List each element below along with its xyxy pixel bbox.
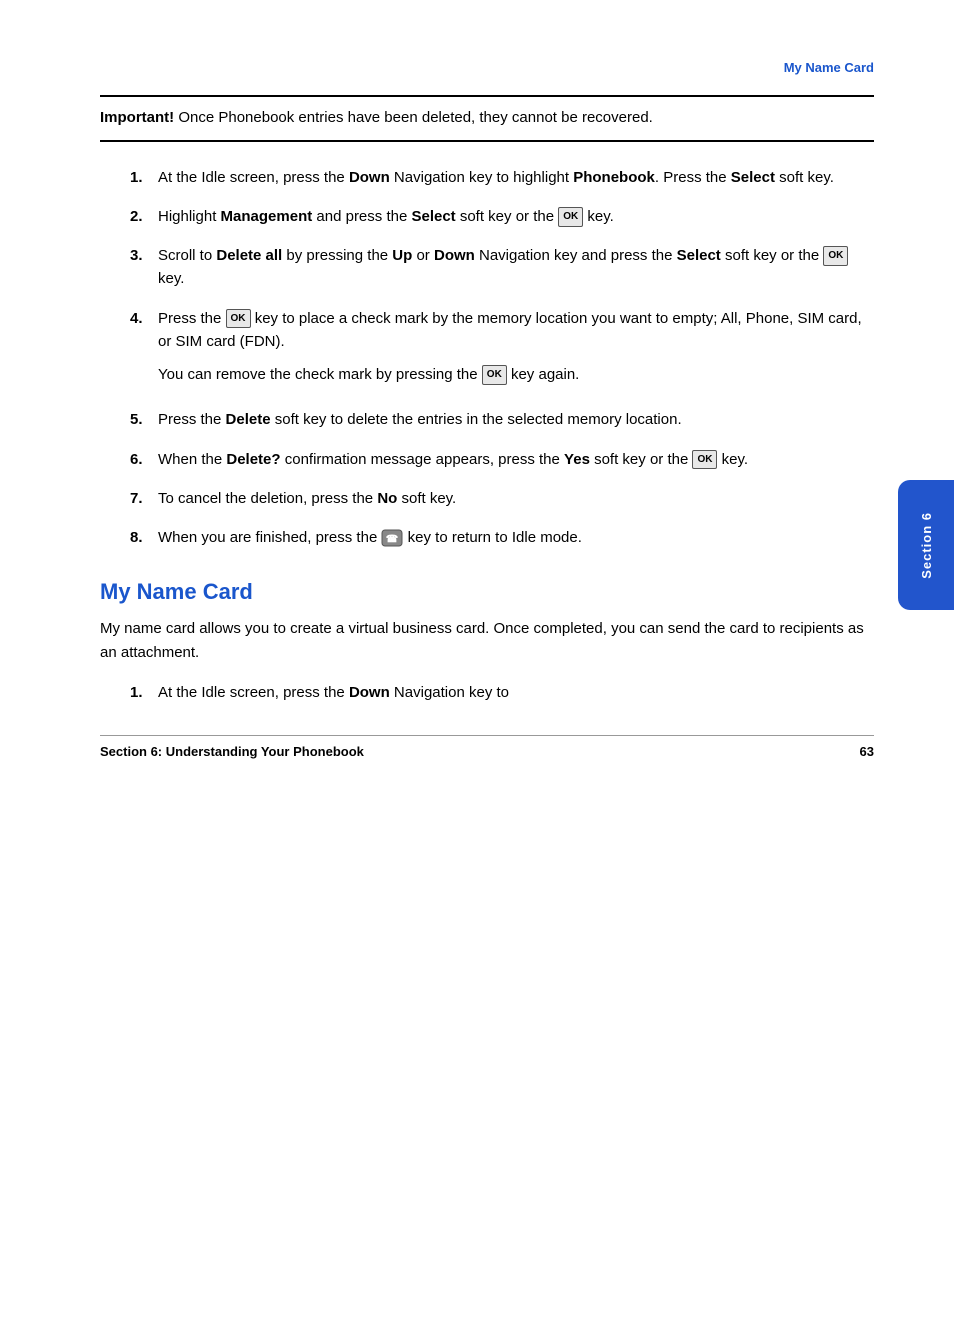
- my-name-card-intro: My name card allows you to create a virt…: [100, 617, 874, 665]
- step-7: 7. To cancel the deletion, press the No …: [130, 487, 874, 510]
- step-4-content: Press the OK key to place a check mark b…: [158, 307, 874, 393]
- step-3: 3. Scroll to Delete all by pressing the …: [130, 244, 874, 291]
- header-title: My Name Card: [784, 60, 874, 75]
- step-7-number: 7.: [130, 487, 158, 510]
- step-5: 5. Press the Delete soft key to delete t…: [130, 408, 874, 431]
- my-name-card-step-1: 1. At the Idle screen, press the Down Na…: [130, 681, 874, 704]
- step-5-content: Press the Delete soft key to delete the …: [158, 408, 874, 431]
- step-3-content: Scroll to Delete all by pressing the Up …: [158, 244, 874, 291]
- page-header: My Name Card: [100, 60, 874, 75]
- step-4-subparagraph: You can remove the check mark by pressin…: [158, 363, 874, 386]
- footer-page: 63: [860, 744, 874, 759]
- step-8: 8. When you are finished, press the ☎ ke…: [130, 526, 874, 549]
- step-3-number: 3.: [130, 244, 158, 291]
- section-tab-text: Section 6: [919, 512, 934, 579]
- svg-text:☎: ☎: [386, 534, 398, 545]
- section-6-tab: Section 6: [898, 480, 954, 610]
- step-2-number: 2.: [130, 205, 158, 228]
- step-6-content: When the Delete? confirmation message ap…: [158, 448, 874, 471]
- step-6-number: 6.: [130, 448, 158, 471]
- step-1-content: At the Idle screen, press the Down Navig…: [158, 166, 874, 189]
- important-box: Important! Once Phonebook entries have b…: [100, 95, 874, 142]
- steps-list: 1. At the Idle screen, press the Down Na…: [130, 166, 874, 550]
- step-6: 6. When the Delete? confirmation message…: [130, 448, 874, 471]
- footer-row: Section 6: Understanding Your Phonebook …: [100, 735, 874, 759]
- end-key-icon: ☎: [381, 527, 403, 547]
- step-5-number: 5.: [130, 408, 158, 431]
- step-8-number: 8.: [130, 526, 158, 549]
- important-text: Once Phonebook entries have been deleted…: [174, 109, 653, 126]
- footer-label: Section 6: Understanding Your Phonebook: [100, 744, 364, 759]
- my-name-card-step-1-content: At the Idle screen, press the Down Navig…: [158, 681, 874, 704]
- step-8-content: When you are finished, press the ☎ key t…: [158, 526, 874, 549]
- step-7-content: To cancel the deletion, press the No sof…: [158, 487, 874, 510]
- step-2-content: Highlight Management and press the Selec…: [158, 205, 874, 228]
- step-1: 1. At the Idle screen, press the Down Na…: [130, 166, 874, 189]
- my-name-card-section: My Name Card My name card allows you to …: [100, 579, 874, 704]
- my-name-card-steps: 1. At the Idle screen, press the Down Na…: [130, 681, 874, 704]
- step-1-number: 1.: [130, 166, 158, 189]
- step-4: 4. Press the OK key to place a check mar…: [130, 307, 874, 393]
- my-name-card-step-1-number: 1.: [130, 681, 158, 704]
- step-2: 2. Highlight Management and press the Se…: [130, 205, 874, 228]
- my-name-card-heading: My Name Card: [100, 579, 874, 605]
- important-label: Important!: [100, 109, 174, 126]
- page-container: My Name Card Important! Once Phonebook e…: [0, 0, 954, 1319]
- step-4-number: 4.: [130, 307, 158, 393]
